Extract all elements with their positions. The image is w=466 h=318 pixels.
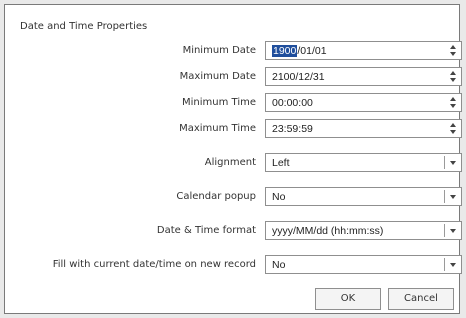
minimum-date-rest-text: /01/01 (297, 45, 327, 57)
spinner-arrows-icon[interactable] (450, 122, 457, 135)
alignment-label: Alignment (204, 157, 256, 168)
dialog-title: Date and Time Properties (20, 21, 148, 32)
fill-current-datetime-value: No (272, 259, 286, 271)
minimum-date-field[interactable]: 1900/01/01 (265, 41, 462, 60)
date-time-format-value: yyyy/MM/dd (hh:mm:ss) (272, 225, 384, 237)
calendar-popup-label: Calendar popup (176, 191, 256, 202)
fill-current-datetime-select[interactable]: No (265, 255, 462, 274)
minimum-time-label: Minimum Time (182, 97, 256, 108)
alignment-value: Left (272, 157, 290, 169)
minimum-time-value: 00:00:00 (272, 97, 313, 109)
alignment-select[interactable]: Left (265, 153, 462, 172)
chevron-down-icon[interactable] (444, 224, 461, 237)
maximum-date-field[interactable]: 2100/12/31 (265, 67, 462, 86)
ok-button[interactable]: OK (315, 288, 381, 310)
spinner-arrows-icon[interactable] (450, 70, 457, 83)
calendar-popup-select[interactable]: No (265, 187, 462, 206)
spinner-arrows-icon[interactable] (450, 96, 457, 109)
date-time-properties-dialog: Date and Time Properties Minimum Date 19… (4, 4, 462, 314)
cancel-button[interactable]: Cancel (388, 288, 454, 310)
minimum-date-selected-text: 1900 (272, 45, 298, 57)
date-time-format-label: Date & Time format (156, 225, 256, 236)
chevron-down-icon[interactable] (444, 156, 461, 169)
chevron-down-icon[interactable] (444, 258, 461, 271)
maximum-date-value: 2100/12/31 (272, 71, 325, 83)
minimum-date-value: 1900/01/01 (272, 45, 327, 57)
maximum-time-value: 23:59:59 (272, 123, 313, 135)
minimum-time-field[interactable]: 00:00:00 (265, 93, 462, 112)
maximum-time-field[interactable]: 23:59:59 (265, 119, 462, 138)
chevron-down-icon[interactable] (444, 190, 461, 203)
date-time-format-select[interactable]: yyyy/MM/dd (hh:mm:ss) (265, 221, 462, 240)
calendar-popup-value: No (272, 191, 286, 203)
maximum-time-label: Maximum Time (179, 123, 256, 134)
maximum-date-label: Maximum Date (179, 71, 256, 82)
fill-current-datetime-label: Fill with current date/time on new recor… (52, 259, 256, 270)
spinner-arrows-icon[interactable] (450, 44, 457, 57)
minimum-date-label: Minimum Date (182, 45, 256, 56)
